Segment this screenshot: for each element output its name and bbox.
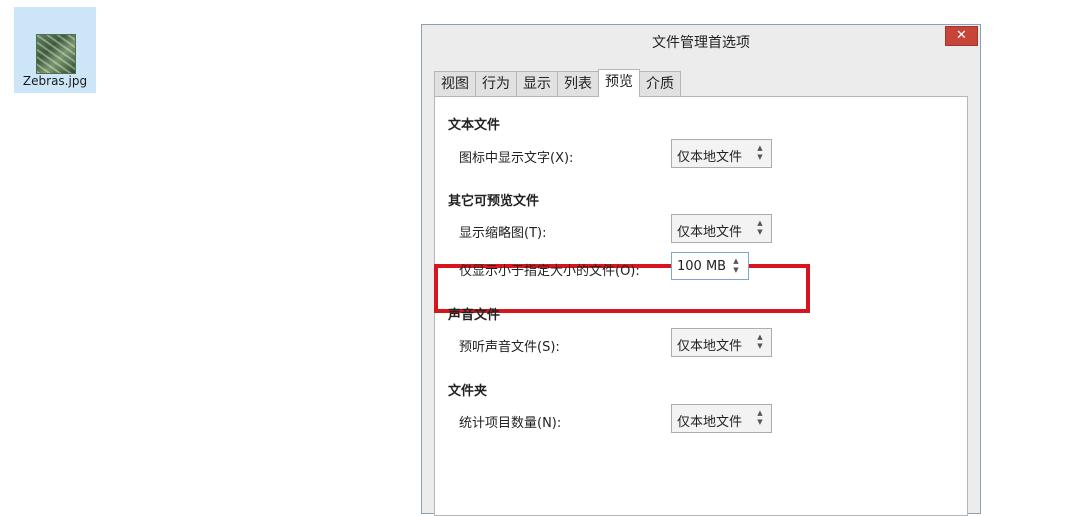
section-title-other-files: 其它可预览文件: [448, 194, 540, 209]
section-title-text-files: 文本文件: [448, 118, 501, 133]
tab-list[interactable]: 列表: [557, 71, 599, 96]
updown-arrows-icon: ▲ ▼: [757, 219, 763, 236]
preview-sound-value: 仅本地文件: [677, 339, 743, 354]
tab-view[interactable]: 视图: [434, 71, 476, 96]
close-button[interactable]: ✕: [945, 26, 978, 46]
count-items-value: 仅本地文件: [677, 415, 743, 430]
preferences-dialog: 文件管理首选项 ✕ 视图 行为 显示 列表 预览 介质 文本文件 图标中显示文字…: [421, 24, 981, 516]
thumbnail-value: 仅本地文件: [677, 225, 743, 240]
close-icon: ✕: [956, 28, 967, 43]
updown-arrows-icon: ▲ ▼: [757, 144, 763, 161]
size-limit-value: 100 MB: [677, 259, 727, 274]
show-text-value: 仅本地文件: [677, 150, 743, 165]
spinner-arrows-icon[interactable]: ▲ ▼: [732, 257, 740, 275]
thumbnail-label: 显示缩略图(T):: [459, 226, 547, 241]
count-items-select[interactable]: 仅本地文件 ▲ ▼: [671, 404, 772, 433]
tab-bar: 视图 行为 显示 列表 预览 介质: [434, 69, 681, 97]
image-thumbnail-icon: [36, 34, 76, 74]
updown-arrows-icon: ▲ ▼: [757, 409, 763, 426]
tab-behavior[interactable]: 行为: [475, 71, 517, 96]
preview-tab-panel: 文本文件 图标中显示文字(X): 仅本地文件 ▲ ▼ 其它可预览文件 显示缩略图(…: [434, 96, 968, 516]
tab-preview[interactable]: 预览: [598, 69, 640, 97]
preview-sound-label: 预听声音文件(S):: [459, 340, 560, 355]
desktop-file-label: Zebras.jpg: [22, 74, 88, 88]
desktop-file-icon[interactable]: Zebras.jpg: [14, 7, 96, 93]
section-title-folders: 文件夹: [448, 384, 488, 399]
updown-arrows-icon: ▲ ▼: [757, 333, 763, 350]
show-text-label: 图标中显示文字(X):: [459, 151, 574, 166]
size-limit-label: 仅显示小于指定大小的文件(O):: [459, 264, 640, 279]
dialog-title: 文件管理首选项: [652, 35, 750, 51]
count-items-label: 统计项目数量(N):: [459, 416, 562, 431]
thumbnail-select[interactable]: 仅本地文件 ▲ ▼: [671, 214, 772, 243]
tab-media[interactable]: 介质: [639, 71, 681, 96]
dialog-titlebar[interactable]: 文件管理首选项 ✕: [422, 25, 980, 55]
size-limit-spinbox[interactable]: 100 MB ▲ ▼: [671, 252, 749, 280]
section-title-sound-files: 声音文件: [448, 308, 501, 323]
preview-sound-select[interactable]: 仅本地文件 ▲ ▼: [671, 328, 772, 357]
show-text-select[interactable]: 仅本地文件 ▲ ▼: [671, 139, 772, 168]
tab-display[interactable]: 显示: [516, 71, 558, 96]
